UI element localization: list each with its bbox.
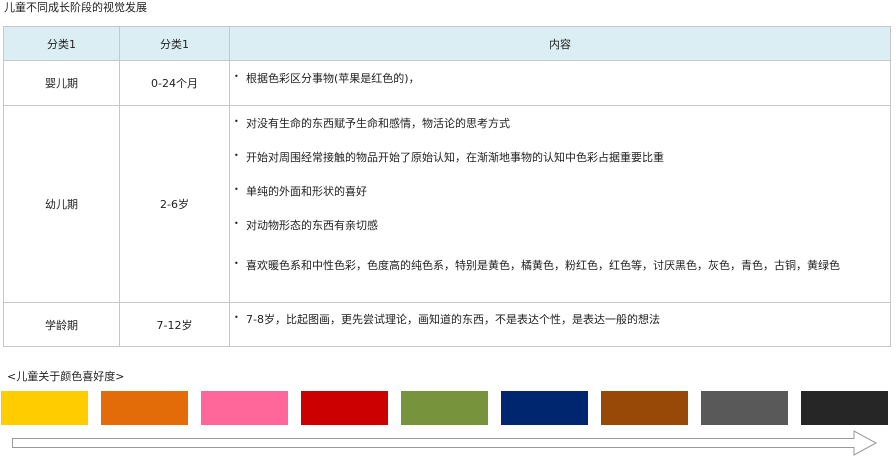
- content-item: • 7-8岁，比起图画，更先尝试理论，画知道的东西，不是表达个性，是表达一般的想…: [234, 313, 890, 327]
- color-swatch-pink: [201, 391, 288, 425]
- stage-age: 0-24个月: [119, 60, 230, 106]
- color-swatch-red: [301, 391, 388, 425]
- stage-content: • 对没有生命的东西赋予生命和感情，物活论的思考方式 • 开始对周围经常接触的物…: [229, 105, 891, 303]
- table-row-school-age: 学龄期 7-12岁 • 7-8岁，比起图画，更先尝试理论，画知道的东西，不是表达…: [3, 302, 891, 347]
- bullet-icon: •: [234, 72, 239, 81]
- content-item: • 对动物形态的东西有亲切感: [234, 219, 890, 233]
- content-item: • 开始对周围经常接触的物品开始了原始认知，在渐渐地事物的认知中色彩占据重要比重: [234, 151, 890, 165]
- content-item-text: 根据色彩区分事物(苹果是红色的)，: [246, 72, 420, 85]
- bullet-icon: •: [234, 259, 239, 268]
- page-title: 儿童不同成长阶段的视觉发展: [4, 1, 147, 14]
- header-age: 分类1: [119, 26, 230, 61]
- stage-age: 2-6岁: [119, 105, 230, 303]
- stage-content: • 根据色彩区分事物(苹果是红色的)，: [229, 60, 891, 106]
- table-row-infant: 婴儿期 0-24个月 • 根据色彩区分事物(苹果是红色的)，: [3, 60, 891, 106]
- color-swatch-brown: [601, 391, 688, 425]
- stage-content: • 7-8岁，比起图画，更先尝试理论，画知道的东西，不是表达个性，是表达一般的想…: [229, 302, 891, 347]
- content-item-text: 对动物形态的东西有亲切感: [246, 219, 378, 232]
- color-swatch-gray: [701, 391, 788, 425]
- header-category: 分类1: [3, 26, 120, 61]
- content-item: • 对没有生命的东西赋予生命和感情，物活论的思考方式: [234, 117, 890, 131]
- development-stages-table: 分类1 分类1 内容 婴儿期 0-24个月 • 根据色彩区分事物(苹果是红色的)…: [3, 26, 891, 347]
- color-preference-title: <儿童关于颜色喜好度>: [7, 370, 125, 383]
- stage-age: 7-12岁: [119, 302, 230, 347]
- bullet-icon: •: [234, 185, 239, 194]
- color-swatch-olive-green: [401, 391, 488, 425]
- content-item: • 根据色彩区分事物(苹果是红色的)，: [234, 72, 890, 86]
- preference-arrow-icon: [12, 430, 878, 456]
- stage-name: 婴儿期: [3, 60, 120, 106]
- stage-name: 幼儿期: [3, 105, 120, 303]
- table-row-child: 幼儿期 2-6岁 • 对没有生命的东西赋予生命和感情，物活论的思考方式 • 开始…: [3, 105, 891, 303]
- content-item-text: 对没有生命的东西赋予生命和感情，物活论的思考方式: [246, 117, 510, 130]
- stage-name: 学龄期: [3, 302, 120, 347]
- content-item: • 单纯的外面和形状的喜好: [234, 185, 890, 199]
- bullet-icon: •: [234, 313, 239, 322]
- bullet-icon: •: [234, 117, 239, 126]
- header-content: 内容: [229, 26, 891, 61]
- content-item-text: 7-8岁，比起图画，更先尝试理论，画知道的东西，不是表达个性，是表达一般的想法: [246, 313, 660, 326]
- page: 儿童不同成长阶段的视觉发展 分类1 分类1 内容 婴儿期 0-24个月 • 根据…: [0, 0, 896, 463]
- content-item: • 喜欢暖色系和中性色彩，色度高的纯色系，特别是黄色，橘黄色，粉红色，红色等，讨…: [234, 259, 890, 273]
- color-swatch-yellow: [1, 391, 88, 425]
- content-item-text: 喜欢暖色系和中性色彩，色度高的纯色系，特别是黄色，橘黄色，粉红色，红色等，讨厌黑…: [246, 259, 840, 272]
- content-item-text: 单纯的外面和形状的喜好: [246, 185, 367, 198]
- color-swatch-navy-blue: [501, 391, 588, 425]
- bullet-icon: •: [234, 151, 239, 160]
- content-item-text: 开始对周围经常接触的物品开始了原始认知，在渐渐地事物的认知中色彩占据重要比重: [246, 151, 664, 164]
- color-swatch-black: [801, 391, 888, 425]
- bullet-icon: •: [234, 219, 239, 228]
- table-header-row: 分类1 分类1 内容: [3, 26, 891, 61]
- color-swatch-orange: [101, 391, 188, 425]
